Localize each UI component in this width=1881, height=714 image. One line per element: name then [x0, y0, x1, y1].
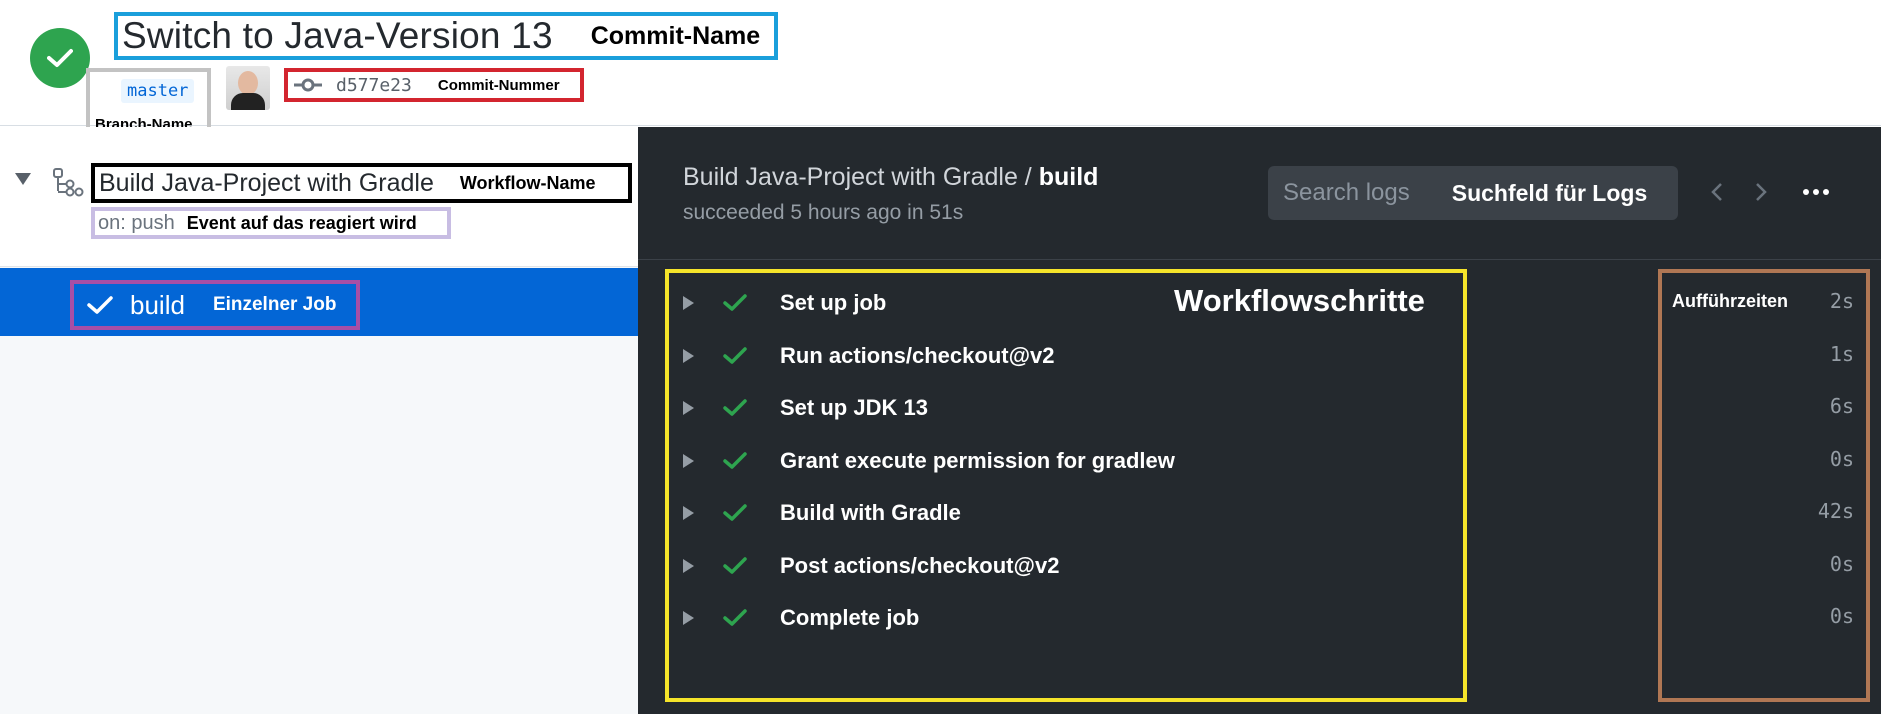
chevron-right-icon[interactable]: [1749, 177, 1773, 207]
search-placeholder: Search logs: [1283, 179, 1410, 206]
run-times-annotation: Aufführzeiten 2s 1s 6s 0s 42s 0s 0s: [1658, 269, 1870, 702]
commit-title[interactable]: Switch to Java-Version 13: [122, 15, 553, 57]
workflow-section: Build Java-Project with Gradle Workflow-…: [0, 127, 638, 267]
jobs-sidebar: Build Java-Project with Gradle Workflow-…: [0, 127, 638, 714]
step-name: Set up job: [780, 290, 887, 315]
step-duration: 42s: [1817, 499, 1854, 523]
check-icon: [723, 609, 747, 626]
chevron-left-icon[interactable]: [1705, 177, 1729, 207]
commit-name-annotation: Switch to Java-Version 13 Commit-Name: [114, 12, 778, 60]
step-name: Set up JDK 13: [780, 395, 928, 420]
check-icon: [723, 399, 747, 416]
step-duration: 0s: [1829, 604, 1854, 628]
step-name: Complete job: [780, 605, 920, 630]
log-step[interactable]: Grant execute permission for gradlew: [669, 431, 1463, 491]
branch-badge[interactable]: master: [121, 79, 195, 103]
avatar[interactable]: [226, 66, 270, 110]
check-icon: [723, 451, 747, 469]
commit-header: Switch to Java-Version 13 Commit-Name ma…: [0, 0, 1881, 140]
event-trigger: on: push: [98, 211, 175, 234]
event-label: Event auf das reagiert wird: [186, 212, 417, 233]
check-icon: [87, 296, 113, 314]
log-title-job: build: [1038, 163, 1099, 191]
event-annotation: on: push Event auf das reagiert wird: [91, 207, 451, 239]
step-name: Build with Gradle: [780, 500, 961, 525]
workflow-run-page: Switch to Java-Version 13 Commit-Name ma…: [0, 0, 1881, 714]
git-commit-icon: [294, 78, 322, 92]
job-name[interactable]: build: [130, 290, 185, 321]
triangle-right-icon[interactable]: [683, 401, 694, 415]
log-step[interactable]: Complete job: [669, 588, 1463, 648]
run-status-text: succeeded 5 hours ago in 51s: [683, 201, 964, 224]
kebab-horizontal-icon[interactable]: [1798, 177, 1834, 207]
log-panel: Build Java-Project with Gradle / build s…: [638, 127, 1881, 714]
triangle-right-icon[interactable]: [683, 296, 694, 310]
log-title-workflow: Build Java-Project with Gradle /: [683, 163, 1039, 191]
commit-name-label: Commit-Name: [590, 21, 761, 50]
log-step[interactable]: Build with Gradle: [669, 483, 1463, 543]
triangle-down-icon[interactable]: [15, 173, 31, 185]
check-icon: [723, 504, 747, 521]
search-logs-input[interactable]: Search logs Suchfeld für Logs: [1268, 166, 1678, 220]
job-label: Einzelner Job: [212, 294, 337, 315]
log-header: Build Java-Project with Gradle / build s…: [638, 127, 1881, 260]
job-item-build[interactable]: build Einzelner Job: [0, 268, 638, 336]
log-step[interactable]: Set up JDK 13: [669, 378, 1463, 438]
step-name: Grant execute permission for gradlew: [780, 447, 1175, 473]
triangle-right-icon[interactable]: [683, 558, 694, 573]
check-icon: [723, 294, 747, 311]
step-duration: 1s: [1829, 341, 1854, 366]
check-circle-icon: [30, 28, 90, 88]
job-annotation: build Einzelner Job: [70, 280, 360, 330]
step-duration: 0s: [1829, 551, 1854, 576]
commit-hash-link[interactable]: d577e23: [336, 75, 412, 96]
workflow-name-annotation: Build Java-Project with Gradle Workflow-…: [91, 163, 632, 203]
check-icon: [723, 346, 747, 364]
step-name: Run actions/checkout@v2: [780, 342, 1055, 368]
log-step[interactable]: Set up job: [669, 273, 1463, 333]
step-name: Post actions/checkout@v2: [780, 552, 1060, 578]
check-icon: [723, 556, 747, 574]
workflow-title[interactable]: Build Java-Project with Gradle: [99, 169, 434, 198]
triangle-right-icon[interactable]: [683, 506, 694, 520]
log-step[interactable]: Post actions/checkout@v2: [669, 536, 1463, 596]
workflow-steps-annotation: Workflowschritte Set up job Run actions/c…: [665, 269, 1467, 702]
commit-number-annotation: d577e23 Commit-Nummer: [284, 68, 584, 102]
step-duration: 0s: [1829, 446, 1854, 471]
triangle-right-icon[interactable]: [683, 348, 694, 363]
log-step[interactable]: Run actions/checkout@v2: [669, 326, 1463, 386]
triangle-right-icon[interactable]: [683, 453, 694, 468]
run-times-label: Aufführzeiten: [1672, 291, 1788, 311]
step-duration: 6s: [1829, 394, 1854, 418]
commit-number-label: Commit-Nummer: [437, 76, 560, 94]
workflow-name-label: Workflow-Name: [459, 172, 596, 193]
search-logs-label: Suchfeld für Logs: [1451, 179, 1648, 206]
triangle-right-icon[interactable]: [683, 611, 694, 625]
log-title: Build Java-Project with Gradle / build: [683, 163, 1098, 192]
workflow-icon: [53, 168, 84, 197]
step-duration: 2s: [1829, 289, 1854, 313]
